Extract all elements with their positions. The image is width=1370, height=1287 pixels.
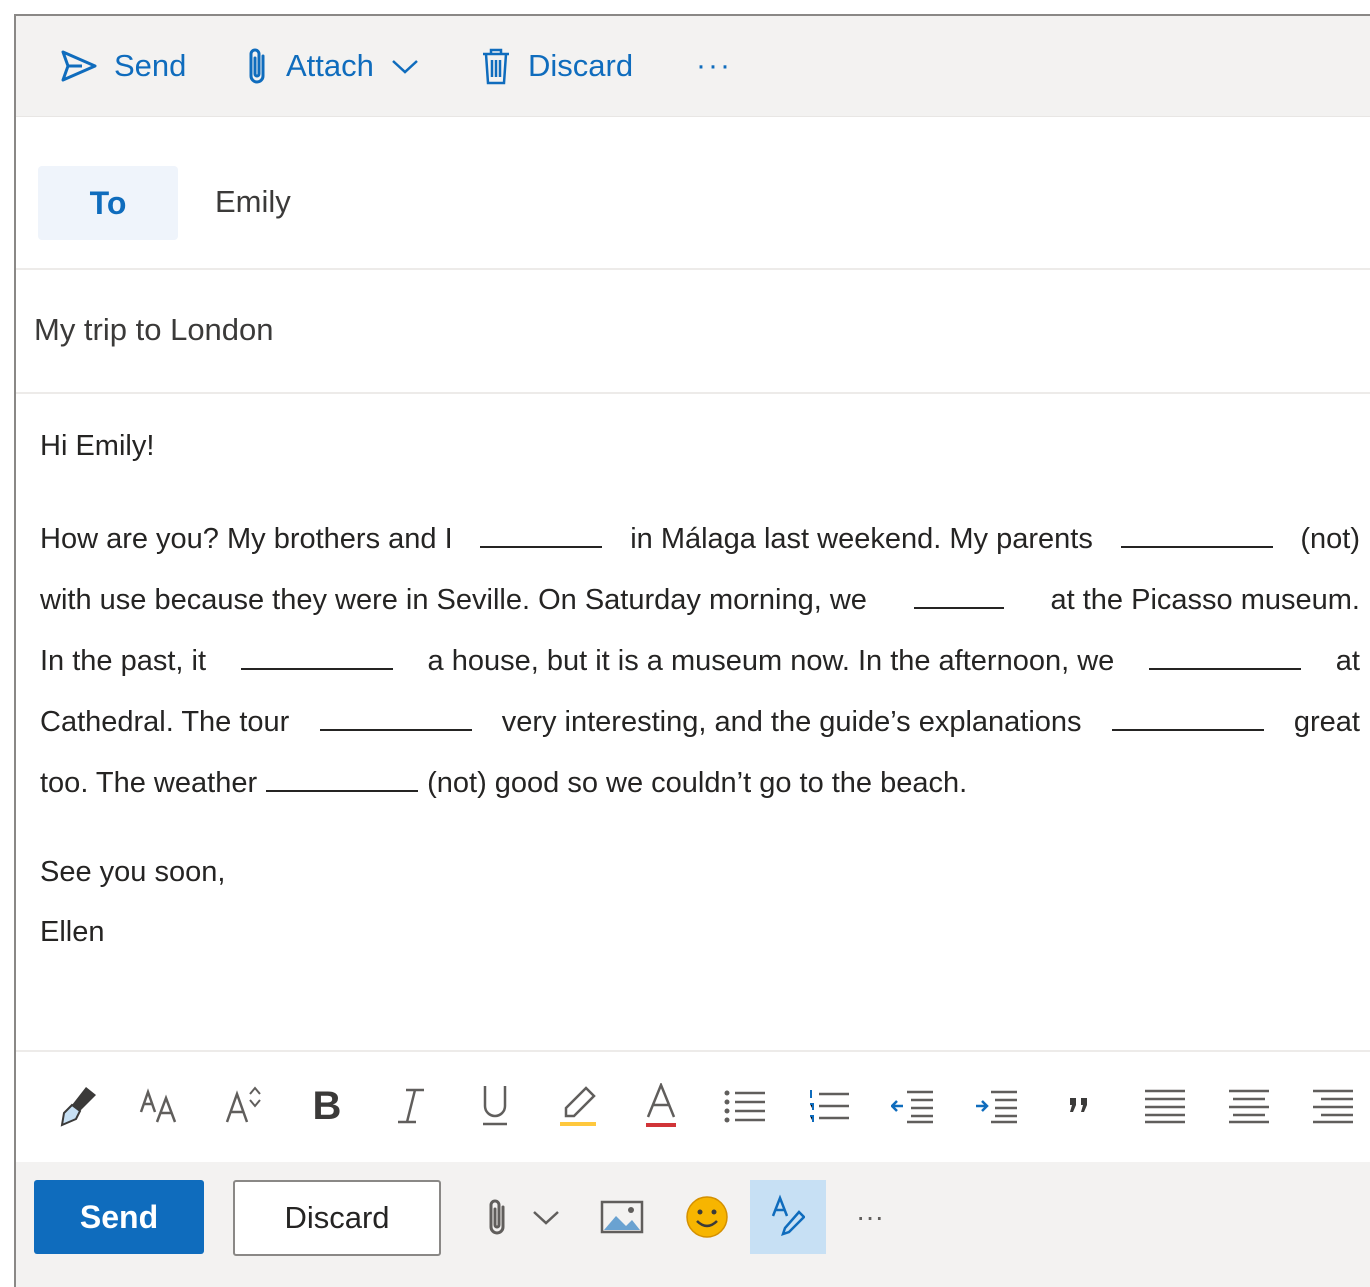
send-icon (61, 50, 97, 82)
numbering-icon[interactable] (804, 1080, 854, 1132)
top-toolbar: Send Attach Discard ··· (16, 16, 1370, 117)
line-text: in Málaga last weekend. My parents (630, 523, 1093, 555)
emoji-icon[interactable] (684, 1190, 730, 1244)
toolbar-discard-label: Discard (528, 48, 634, 83)
align-right-icon[interactable] (1308, 1080, 1358, 1132)
highlight-icon[interactable] (554, 1080, 604, 1132)
bullets-icon[interactable] (720, 1080, 770, 1132)
more-options-icon[interactable]: ··· (850, 1190, 890, 1244)
subject-row: My trip to London (16, 268, 1370, 394)
toolbar-attach-label: Attach (286, 48, 374, 83)
message-line: too. The weather (not) good so we couldn… (40, 760, 1360, 821)
to-button[interactable]: To (38, 166, 178, 240)
answer-blank (913, 577, 1004, 609)
subject-field[interactable]: My trip to London (34, 312, 274, 348)
line-text: (not) (1300, 523, 1360, 555)
answer-blank (1111, 699, 1264, 731)
line-text: too. The weather (40, 767, 258, 799)
more-icon: ··· (696, 49, 732, 82)
toolbar-attach-button[interactable]: Attach (244, 44, 420, 88)
toolbar-more-button[interactable]: ··· (696, 44, 732, 88)
formatting-toggle-icon[interactable] (750, 1180, 826, 1254)
chevron-down-icon[interactable] (528, 1190, 564, 1244)
formatting-toolbar: B (16, 1050, 1370, 1162)
chevron-down-icon[interactable] (390, 56, 420, 76)
to-recipient[interactable]: Emily (215, 184, 291, 220)
answer-blank (240, 638, 393, 670)
line-text: a house, but it is a museum now. In the … (427, 645, 1115, 677)
font-size-icon[interactable] (136, 1080, 186, 1132)
line-text: very interesting, and the guide’s explan… (501, 706, 1082, 738)
message-line: Cathedral. The tour very interesting, an… (40, 699, 1360, 760)
answer-blank (1149, 638, 1302, 670)
paperclip-icon (249, 48, 265, 84)
bold-icon[interactable]: B (302, 1080, 352, 1132)
message-greeting: Hi Emily! (40, 430, 155, 462)
answer-blank (1120, 516, 1273, 548)
message-line: How are you? My brothers and I in Málaga… (40, 516, 1360, 577)
message-closing: See you soon, (40, 856, 226, 888)
align-left-icon[interactable] (1140, 1080, 1190, 1132)
send-button[interactable]: Send (34, 1180, 204, 1254)
line-text: Cathedral. The tour (40, 706, 290, 738)
discard-button[interactable]: Discard (233, 1180, 441, 1256)
quote-icon[interactable] (1054, 1080, 1104, 1132)
message-signature: Ellen (40, 916, 105, 948)
trash-icon (483, 48, 509, 85)
increase-indent-icon[interactable] (972, 1080, 1022, 1132)
line-text: great (1293, 706, 1360, 738)
answer-blank (480, 516, 603, 548)
underline-icon[interactable] (470, 1080, 520, 1132)
message-line: with use because they were in Seville. O… (40, 577, 1360, 638)
attach-icon[interactable] (482, 1190, 512, 1244)
compose-window: Send Attach Discard ··· To Emily My trip… (14, 14, 1370, 1287)
toolbar-send-button[interactable]: Send (60, 44, 186, 88)
message-paragraph: How are you? My brothers and I in Málaga… (40, 516, 1360, 821)
decrease-indent-icon[interactable] (888, 1080, 938, 1132)
line-text: at (1335, 645, 1360, 677)
line-text: How are you? My brothers and I (40, 523, 453, 555)
line-text: (not) good so we couldn’t go to the beac… (427, 767, 968, 799)
line-text: at the Picasso museum. (1050, 584, 1360, 616)
answer-blank (319, 699, 472, 731)
font-color-icon[interactable] (636, 1080, 686, 1132)
toolbar-discard-button[interactable]: Discard (480, 44, 633, 88)
align-center-icon[interactable] (1224, 1080, 1274, 1132)
bottom-action-bar: Send Discard ··· (16, 1162, 1370, 1287)
line-text: with use because they were in Seville. O… (40, 584, 867, 616)
line-text: In the past, it (40, 645, 207, 677)
toolbar-send-label: Send (114, 48, 187, 83)
italic-icon[interactable] (386, 1080, 436, 1132)
message-line: In the past, it a house, but it is a mus… (40, 638, 1360, 699)
grow-font-icon[interactable] (220, 1080, 270, 1132)
answer-blank (266, 760, 419, 792)
to-row: To Emily (16, 134, 1370, 270)
format-painter-icon[interactable] (54, 1080, 104, 1132)
insert-picture-icon[interactable] (600, 1190, 644, 1244)
